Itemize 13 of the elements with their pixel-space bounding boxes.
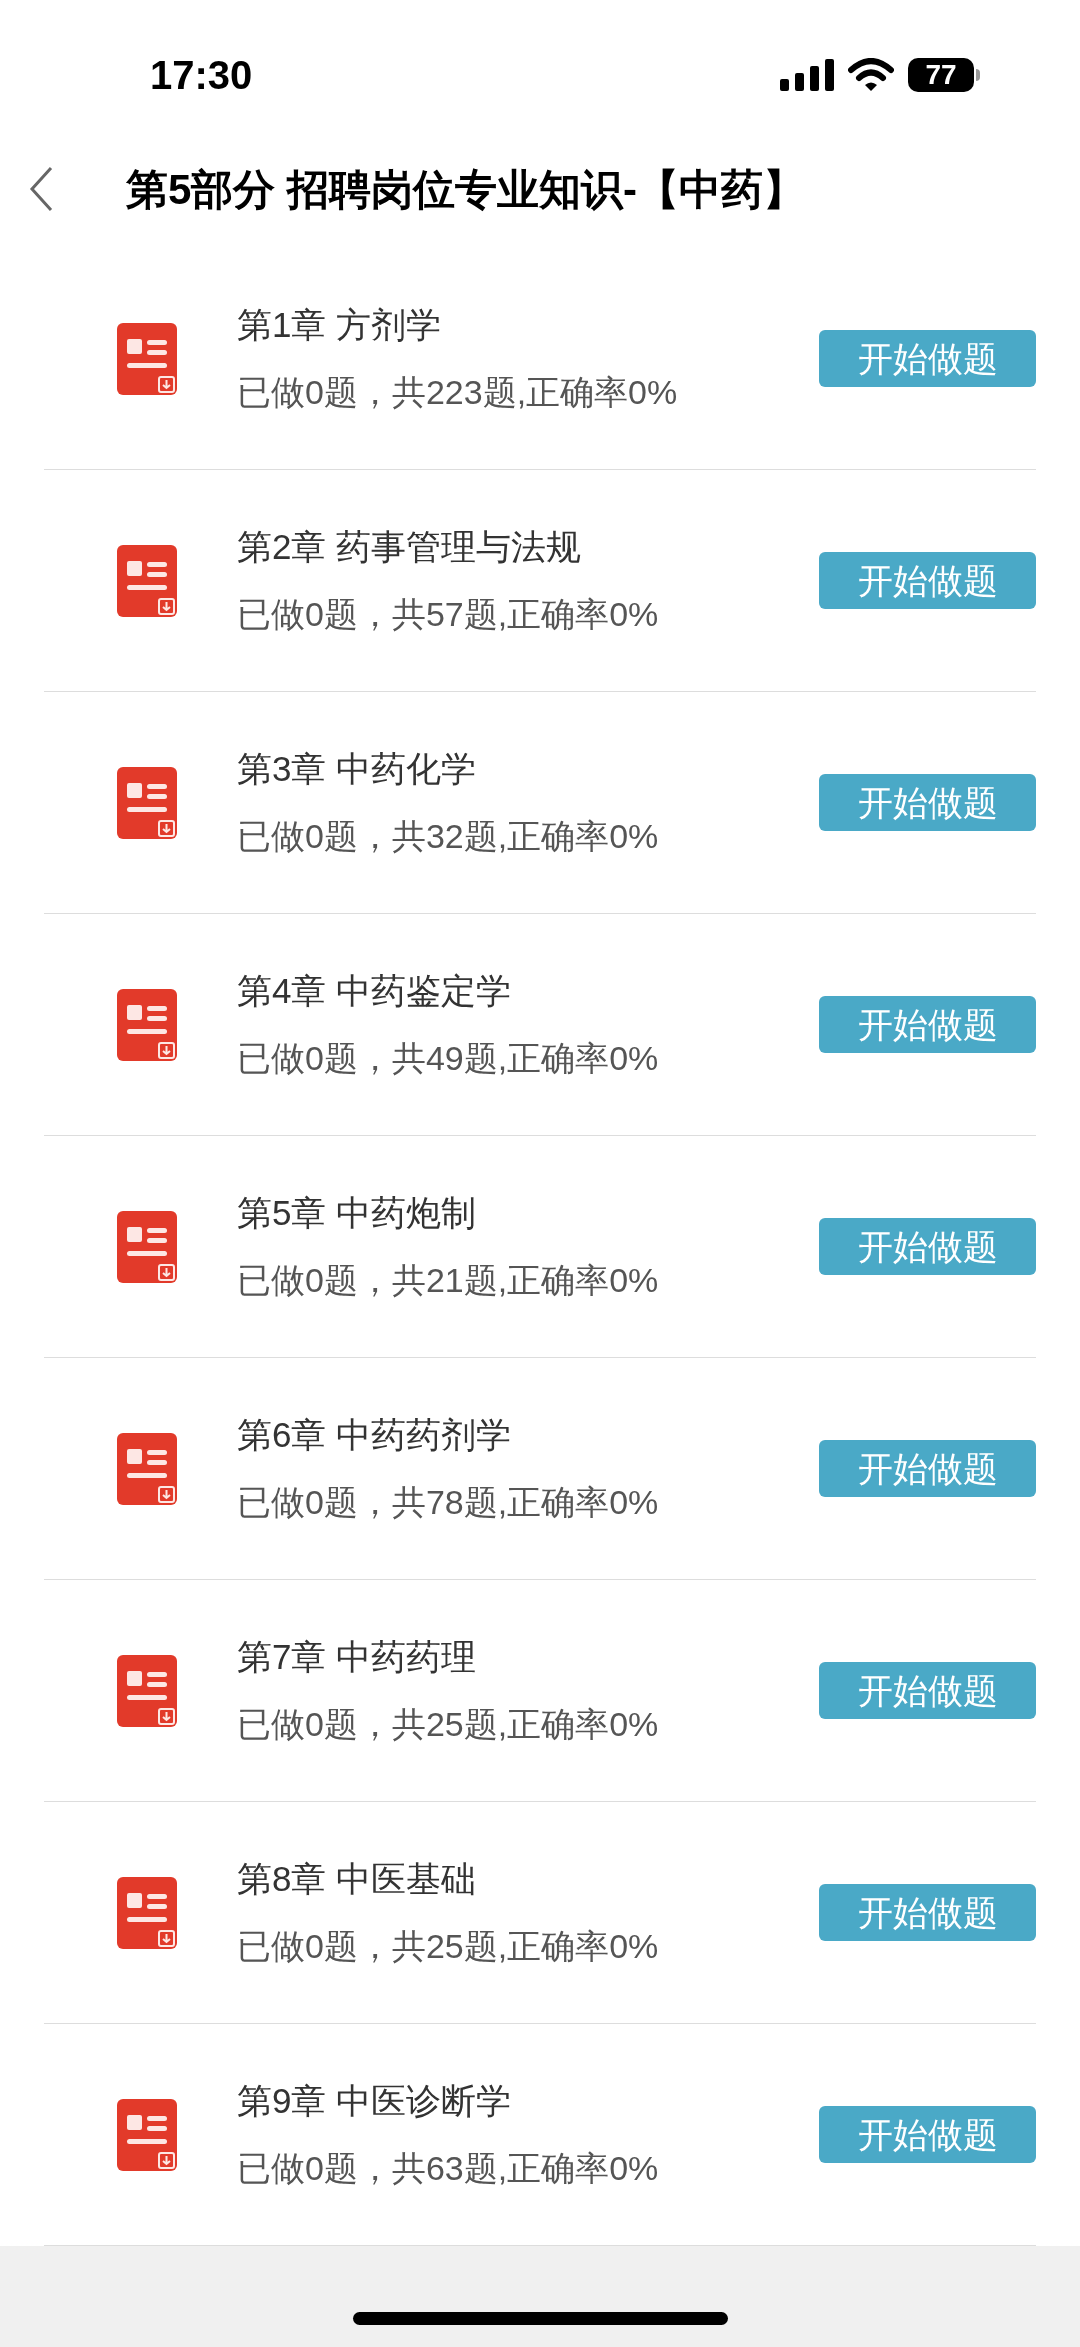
battery-indicator: 77 xyxy=(908,58,980,92)
chapter-title: 第8章 中医基础 xyxy=(237,1858,478,1901)
chapter-title: 第2章 药事管理与法规 xyxy=(237,526,583,569)
chapter-title: 第6章 中药药剂学 xyxy=(237,1414,513,1457)
status-time: 17:30 xyxy=(150,52,253,99)
page-title: 第5部分 招聘岗位专业知识-【中药】 xyxy=(126,164,805,215)
chapter-title: 第9章 中医诊断学 xyxy=(237,2080,513,2123)
chapter-title: 第4章 中药鉴定学 xyxy=(237,970,513,1013)
chapter-title: 第7章 中药药理 xyxy=(237,1636,478,1679)
chapter-title: 第5章 中药炮制 xyxy=(237,1192,478,1235)
chapter-title: 第1章 方剂学 xyxy=(237,304,443,347)
chapter-progress: 已做0题，共63题,正确率0% xyxy=(237,2148,660,2190)
chapter-title: 第3章 中药化学 xyxy=(237,748,478,791)
